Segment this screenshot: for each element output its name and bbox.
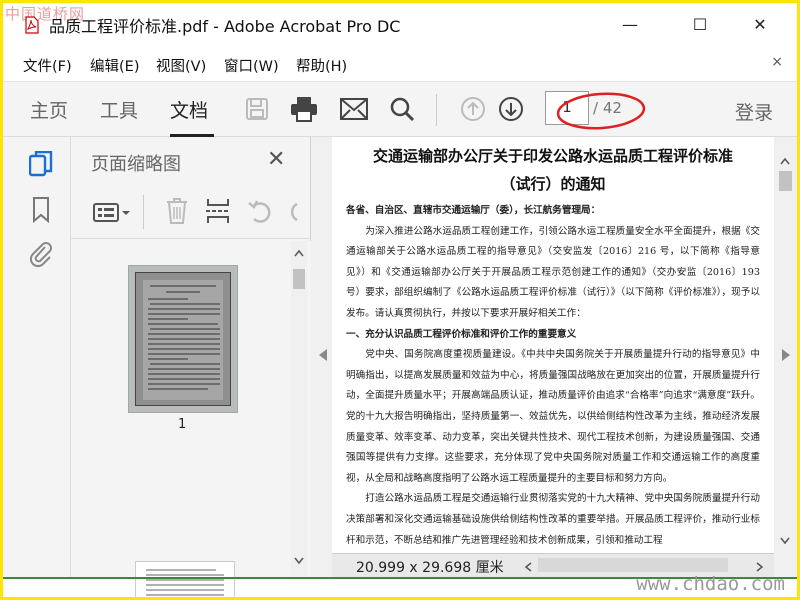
arrow-up-circle-icon: [461, 97, 485, 121]
document-title-line1: 交通运输部办公厅关于印发公路水运品质工程评价标准: [372, 147, 733, 165]
attachments-button[interactable]: [27, 239, 55, 269]
page-thumbnail-1[interactable]: [128, 265, 238, 413]
collapse-left-panel-icon[interactable]: [319, 349, 327, 361]
chevron-down-icon[interactable]: [780, 537, 790, 545]
rotate-right-icon: [290, 202, 298, 222]
red-annotation-ellipse: [556, 92, 646, 130]
previous-page-button[interactable]: [457, 94, 489, 124]
maximize-button[interactable]: ☐: [677, 9, 723, 39]
document-paragraph-1: 为深入推进公路水运品质工程创建工作，引领公路水运工程质量安全水平全面提升，根据《…: [346, 225, 760, 319]
expand-right-panel-icon[interactable]: [782, 349, 790, 361]
page-thumbnails-icon: [29, 151, 53, 177]
page-size-readout: 20.999 x 29.698 厘米: [356, 560, 504, 576]
login-link[interactable]: 登录: [735, 98, 773, 125]
tab-home[interactable]: 主页: [30, 96, 68, 123]
thumbnail-list: 1: [71, 241, 311, 597]
document-salutation: 各省、自治区、直辖市交通运输厅（委），长江航务管理局：: [346, 205, 601, 216]
delete-page-button[interactable]: [165, 197, 189, 229]
thumbnails-scrollbar[interactable]: [291, 241, 307, 577]
rotate-left-icon: [248, 200, 271, 223]
page-thumbnail-2-text-lines: [146, 569, 224, 596]
menu-help[interactable]: 帮助(H): [296, 55, 347, 76]
trash-icon: [167, 198, 187, 224]
page-thumbnail-1-text-lines: [143, 280, 223, 400]
document-title-line2: （试行）的通知: [500, 175, 606, 193]
site-watermark: www.chdao.com: [636, 573, 785, 595]
navigation-rail: [3, 137, 71, 577]
thumbnails-panel-title: 页面缩略图: [91, 154, 181, 175]
main-toolbar: 主页 工具 文档 1 / 42 登录: [3, 81, 797, 137]
document-paragraph-3: 打造公路水运品质工程是交通运输行业贯彻落实党的十九大精神、党中央国务院质量提升行…: [346, 493, 760, 546]
acrobat-app-icon: [25, 16, 39, 34]
search-button[interactable]: [386, 94, 418, 124]
extract-page-icon: [206, 199, 230, 223]
thumbnails-scroll-thumb[interactable]: [293, 269, 305, 289]
chevron-up-icon[interactable]: [780, 157, 790, 165]
list-options-icon: [93, 203, 130, 222]
chevron-up-icon[interactable]: [294, 249, 304, 257]
close-document-button[interactable]: ×: [771, 54, 783, 70]
paperclip-icon: [30, 242, 52, 268]
rotate-left-button[interactable]: [247, 199, 273, 229]
print-button[interactable]: [288, 94, 320, 124]
tab-tools[interactable]: 工具: [100, 96, 138, 123]
chevron-down-icon[interactable]: [294, 557, 304, 565]
chevron-right-icon[interactable]: [756, 562, 764, 572]
options-menu-button[interactable]: [93, 201, 133, 225]
minimize-button[interactable]: —: [607, 9, 653, 39]
arrow-down-circle-icon: [499, 97, 523, 121]
toolbar-separator: [436, 94, 437, 126]
acrobat-window: 中国道桥网 品质工程评价标准.pdf - Adobe Acrobat Pro D…: [0, 0, 800, 600]
email-icon: [340, 98, 368, 120]
document-body: 各省、自治区、直辖市交通运输厅（委），长江航务管理局： 为深入推进公路水运品质工…: [346, 201, 760, 551]
title-bar: 中国道桥网 品质工程评价标准.pdf - Adobe Acrobat Pro D…: [3, 3, 797, 43]
pdf-page: 交通运输部办公厅关于印发公路水运品质工程评价标准 （试行）的通知 各省、自治区、…: [332, 137, 774, 553]
save-icon: [246, 98, 268, 120]
horizontal-scroll-track[interactable]: [538, 558, 728, 572]
page-thumbnail-1-label: 1: [178, 417, 187, 432]
print-icon: [291, 97, 317, 122]
menu-view[interactable]: 视图(V): [156, 55, 206, 76]
close-thumbnails-button[interactable]: ✕: [267, 147, 285, 172]
tab-document[interactable]: 文档: [170, 96, 208, 123]
thumbnails-toolbar: [71, 185, 311, 239]
document-heading-1: 一、充分认识品质工程评价标准和评价工作的重要意义: [346, 328, 577, 340]
save-button[interactable]: [241, 94, 273, 124]
page-thumbnail-1-image: [135, 272, 231, 406]
document-scrollbar[interactable]: [774, 137, 797, 553]
menu-bar: 文件(F) 编辑(E) 视图(V) 窗口(W) 帮助(H) ×: [3, 51, 797, 79]
document-scroll-thumb[interactable]: [779, 171, 792, 191]
bookmark-icon: [33, 197, 49, 223]
menu-edit[interactable]: 编辑(E): [90, 55, 139, 76]
chevron-left-icon[interactable]: [524, 562, 532, 572]
page-thumbnail-2[interactable]: [135, 561, 235, 597]
rotate-right-button[interactable]: [285, 199, 299, 229]
bookmarks-button[interactable]: [27, 195, 55, 225]
thumbnails-toolbar-separator: [143, 195, 144, 229]
menu-file[interactable]: 文件(F): [23, 55, 72, 76]
page-thumbnails-button[interactable]: [27, 149, 55, 179]
document-view: 交通运输部办公厅关于印发公路水运品质工程评价标准 （试行）的通知 各省、自治区、…: [311, 137, 797, 577]
thumbnails-panel: 页面缩略图 ✕ 1: [71, 137, 311, 597]
document-paragraph-2: 党中央、国务院高度重视质量建设。《中共中央国务院关于开展质量提升行动的指导意见》…: [346, 349, 760, 484]
menu-window[interactable]: 窗口(W): [224, 55, 279, 76]
email-button[interactable]: [338, 94, 370, 124]
search-icon: [390, 97, 415, 122]
window-title: 品质工程评价标准.pdf - Adobe Acrobat Pro DC: [49, 17, 401, 36]
next-page-button[interactable]: [495, 94, 527, 124]
extract-page-button[interactable]: [205, 197, 231, 229]
close-window-button[interactable]: ✕: [737, 9, 783, 39]
